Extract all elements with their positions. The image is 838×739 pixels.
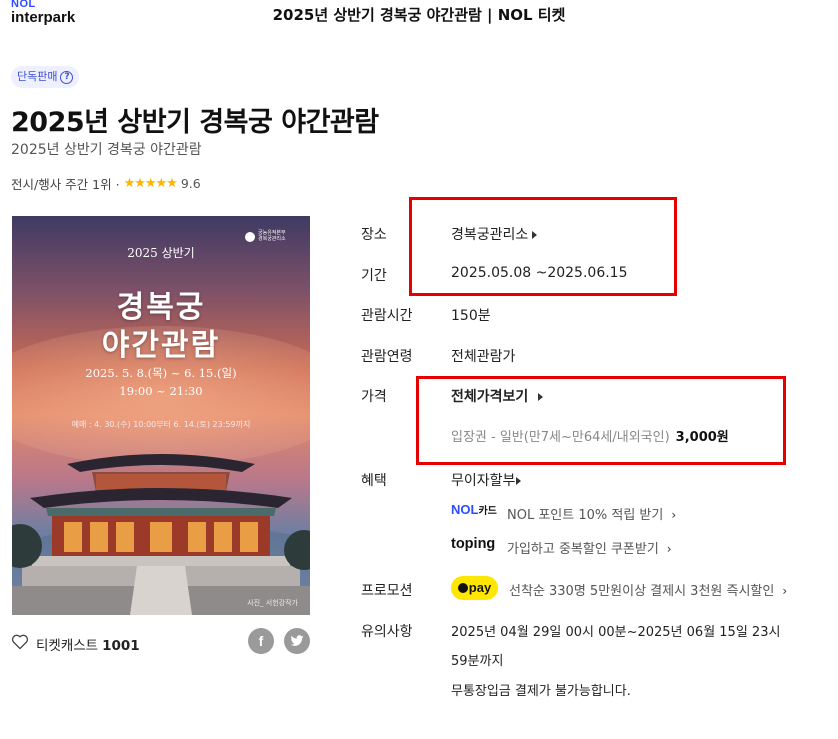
notice-label: 유의사항 bbox=[361, 624, 413, 640]
twitter-share-button[interactable] bbox=[284, 628, 310, 654]
heart-icon[interactable] bbox=[11, 634, 29, 650]
product-title: 2025년 상반기 경복궁 야간관람 bbox=[11, 107, 379, 138]
promotion-label: 프로모션 bbox=[361, 583, 413, 599]
poster-image: 궁능유적본부 경복궁관리소 2025 상반기 경복궁 야간관람 2025. 5.… bbox=[12, 216, 310, 615]
rating-value: 9.6 bbox=[180, 176, 201, 191]
toping-benefit-text: 가입하고 중복할인 쿠폰받기 bbox=[507, 542, 659, 557]
ticketcast-count: 1001 bbox=[102, 638, 140, 654]
notice-line-3: 무통장입금 결제가 불가능합니다. bbox=[451, 684, 631, 699]
nol-card-logo: NOL카드 bbox=[451, 502, 497, 517]
age-value: 전체관람가 bbox=[451, 349, 516, 365]
kakaopay-badge: pay bbox=[451, 576, 498, 600]
notice-line-2: 59분까지 bbox=[451, 654, 504, 669]
toping-logo: toping bbox=[451, 536, 496, 552]
ranking-rating-row[interactable]: 전시/행사 주간 1위 · ★★★★★ 9.6 bbox=[11, 174, 201, 193]
toping-benefit-link[interactable]: 가입하고 중복할인 쿠폰받기 › bbox=[507, 538, 672, 557]
period-label: 기간 bbox=[361, 268, 387, 284]
highlight-box-price bbox=[416, 376, 786, 465]
palace-illustration bbox=[12, 454, 310, 615]
chevron-right-icon: › bbox=[666, 542, 672, 556]
ticketcast-label: 티켓캐스트 bbox=[36, 638, 99, 654]
benefit-label: 혜택 bbox=[361, 473, 387, 489]
triangle-right-icon bbox=[516, 477, 522, 485]
highlight-box-venue-period bbox=[409, 197, 677, 296]
runtime-label: 관람시간 bbox=[361, 308, 413, 324]
installment-value: 무이자할부 bbox=[451, 473, 516, 489]
notice-line-1: 2025년 04월 29일 00시 00분~2025년 06월 15일 23시 bbox=[451, 625, 781, 640]
facebook-icon: f bbox=[258, 633, 264, 649]
ticketcast[interactable]: 티켓캐스트 1001 bbox=[36, 634, 140, 654]
nol-card-benefit-text: NOL 포인트 10% 적립 받기 bbox=[507, 508, 664, 523]
twitter-icon bbox=[290, 635, 304, 646]
installment-link[interactable]: 무이자할부 bbox=[451, 470, 522, 490]
page-header-title: 2025년 상반기 경복궁 야간관람 | NOL 티켓 bbox=[272, 6, 566, 24]
exclusive-sale-label: 단독판매 bbox=[17, 70, 58, 83]
facebook-share-button[interactable]: f bbox=[248, 628, 274, 654]
kakao-bubble-icon bbox=[457, 583, 468, 593]
star-rating-icon: ★★★★★ bbox=[123, 176, 178, 191]
product-subtitle: 2025년 상반기 경복궁 야간관람 bbox=[11, 142, 202, 158]
chevron-right-icon: › bbox=[782, 584, 788, 598]
runtime-value: 150분 bbox=[451, 308, 491, 324]
weekly-rank: 전시/행사 주간 1위 · bbox=[11, 177, 120, 192]
exclusive-sale-badge[interactable]: 단독판매 ? bbox=[11, 66, 80, 88]
poster-photo-credit: 사진_ 서헌강작가 bbox=[247, 599, 298, 607]
promotion-text: 선착순 330명 5만원이상 결제시 3천원 즉시할인 bbox=[509, 584, 775, 599]
help-icon[interactable]: ? bbox=[60, 70, 74, 84]
venue-label: 장소 bbox=[361, 227, 387, 243]
price-label: 가격 bbox=[361, 389, 387, 405]
nol-card-benefit-link[interactable]: NOL 포인트 10% 적립 받기 › bbox=[507, 504, 676, 523]
promotion-link[interactable]: 선착순 330명 5만원이상 결제시 3천원 즉시할인 › bbox=[509, 580, 787, 599]
chevron-right-icon: › bbox=[671, 508, 677, 522]
age-label: 관람연령 bbox=[361, 349, 413, 365]
